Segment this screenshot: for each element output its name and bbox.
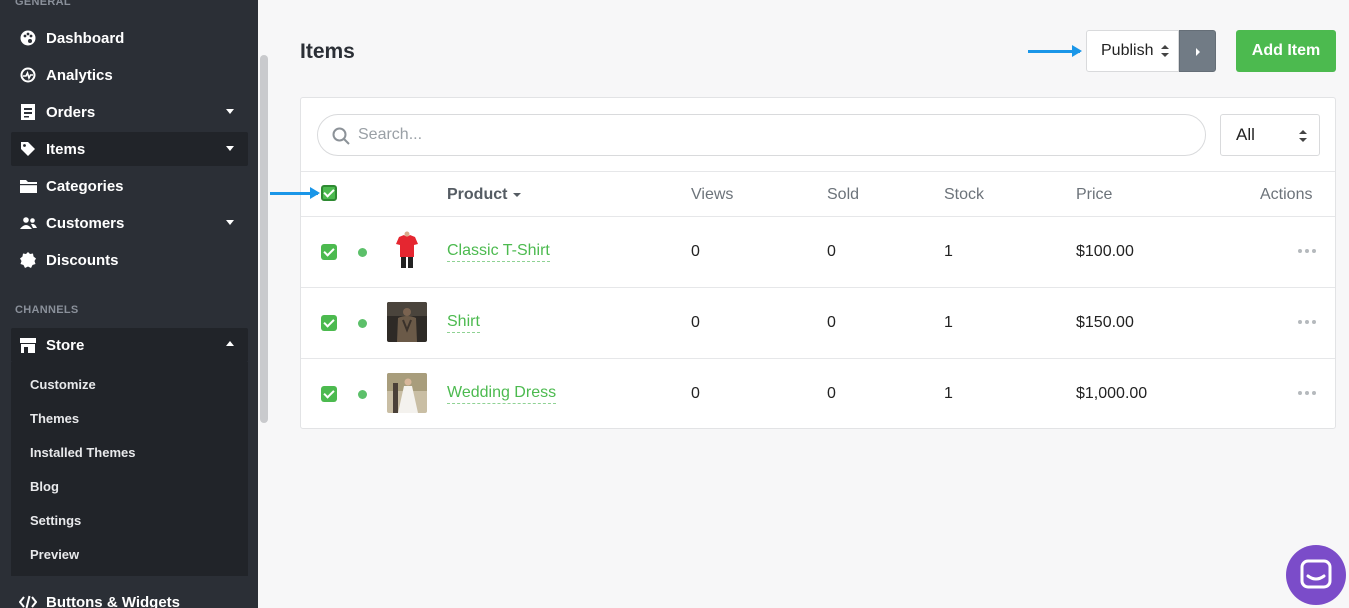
column-header-actions: Actions [1260, 186, 1313, 203]
sidebar-item-customers[interactable]: Customers [11, 206, 248, 240]
orders-icon [19, 103, 37, 121]
product-name-link[interactable]: Wedding Dress [447, 383, 557, 404]
product-thumbnail [387, 231, 427, 271]
product-name-link[interactable]: Classic T-Shirt [447, 241, 550, 262]
search-icon [332, 127, 350, 145]
sidebar-item-discounts[interactable]: Discounts [11, 243, 248, 277]
sidebar-item-label: Discounts [46, 251, 119, 269]
sidebar-item-orders[interactable]: Orders [11, 95, 248, 129]
publish-select[interactable]: Publish [1086, 30, 1179, 72]
sidebar-subitem-customize[interactable]: Customize [30, 377, 96, 392]
stock-cell: 1 [944, 314, 953, 331]
badge-icon [19, 251, 37, 269]
column-header-sold: Sold [827, 186, 860, 203]
product-thumbnail [387, 302, 427, 342]
stock-cell: 1 [944, 243, 953, 260]
more-actions-icon[interactable] [1298, 390, 1316, 396]
search-input[interactable] [358, 115, 1178, 155]
search-box[interactable] [317, 114, 1206, 156]
status-dot [358, 248, 367, 257]
divider [301, 216, 1335, 217]
price-cell: $100.00 [1076, 243, 1134, 260]
arrow-pointer-icon [1028, 45, 1082, 57]
publish-select-value: Publish [1101, 42, 1154, 59]
sidebar-subitem-preview[interactable]: Preview [30, 547, 79, 562]
users-icon [19, 214, 37, 232]
sidebar-item-dashboard[interactable]: Dashboard [11, 21, 248, 55]
chat-widget-button[interactable] [1286, 545, 1346, 605]
more-actions-icon[interactable] [1298, 319, 1316, 325]
sold-cell: 0 [827, 243, 836, 260]
folder-icon [19, 177, 37, 195]
sort-updown-icon [1299, 130, 1307, 142]
stock-cell: 1 [944, 385, 953, 402]
code-icon [19, 593, 37, 608]
row-checkbox[interactable] [321, 315, 337, 331]
sold-cell: 0 [827, 385, 836, 402]
add-item-button[interactable]: Add Item [1236, 30, 1336, 72]
price-cell: $150.00 [1076, 314, 1134, 331]
filter-select-value: All [1236, 125, 1255, 144]
column-header-price: Price [1076, 186, 1113, 203]
page-title: Items [300, 40, 355, 63]
divider [301, 171, 1335, 172]
views-cell: 0 [691, 385, 700, 402]
row-checkbox[interactable] [321, 386, 337, 402]
chevron-up-icon [226, 341, 234, 346]
sidebar-item-label: Dashboard [46, 29, 125, 47]
sidebar-subitem-settings[interactable]: Settings [30, 513, 81, 528]
row-checkbox[interactable] [321, 244, 337, 260]
sold-cell: 0 [827, 314, 836, 331]
sidebar-item-items[interactable]: Items [11, 132, 248, 166]
product-name-link[interactable]: Shirt [447, 312, 480, 333]
sidebar-item-label: Store [46, 336, 85, 354]
status-dot [358, 390, 367, 399]
sidebar-item-label: Analytics [46, 66, 113, 84]
select-all-checkbox[interactable] [321, 185, 337, 201]
chat-icon [1300, 559, 1332, 589]
chevron-down-icon [226, 109, 234, 114]
sidebar-subitem-installed-themes[interactable]: Installed Themes [30, 445, 135, 460]
column-header-views: Views [691, 186, 734, 203]
sidebar-item-store[interactable]: Store [11, 328, 248, 362]
sidebar-subitem-blog[interactable]: Blog [30, 479, 59, 494]
section-title-channels: CHANNELS [15, 304, 79, 316]
divider [301, 287, 1335, 288]
sidebar-item-label: Orders [46, 103, 96, 121]
price-cell: $1,000.00 [1076, 385, 1148, 402]
sidebar: GENERAL Dashboard Analytics Orders Items… [0, 0, 258, 608]
store-subitems-panel: Customize Themes Installed Themes Blog S… [11, 362, 248, 576]
status-dot [358, 319, 367, 328]
sidebar-item-categories[interactable]: Categories [11, 169, 248, 203]
sort-updown-icon [1161, 45, 1169, 57]
sidebar-item-analytics[interactable]: Analytics [11, 58, 248, 92]
sidebar-item-label: Items [46, 140, 86, 158]
divider [301, 358, 1335, 359]
sidebar-item-label: Customers [46, 214, 125, 232]
sidebar-scrollbar[interactable] [260, 55, 268, 423]
chevron-down-icon [226, 146, 234, 151]
store-icon [19, 336, 37, 354]
chevron-down-icon [226, 220, 234, 225]
analytics-icon [19, 66, 37, 84]
palette-icon [19, 29, 37, 47]
publish-go-button[interactable] [1179, 30, 1216, 72]
sidebar-item-label: Buttons & Widgets [46, 593, 181, 608]
views-cell: 0 [691, 243, 700, 260]
column-header-product[interactable]: Product [447, 186, 521, 204]
sidebar-item-label: Categories [46, 177, 124, 195]
filter-select[interactable]: All [1220, 114, 1320, 156]
arrow-pointer-icon [270, 187, 320, 199]
product-thumbnail [387, 373, 427, 413]
more-actions-icon[interactable] [1298, 248, 1316, 254]
items-card: All Product Views Sold Stock Price Actio… [300, 97, 1336, 429]
sidebar-item-buttons-widgets[interactable]: Buttons & Widgets [11, 585, 248, 608]
views-cell: 0 [691, 314, 700, 331]
sidebar-subitem-themes[interactable]: Themes [30, 411, 79, 426]
tag-icon [19, 140, 37, 158]
section-title-general: GENERAL [15, 0, 71, 8]
column-header-stock: Stock [944, 186, 985, 203]
